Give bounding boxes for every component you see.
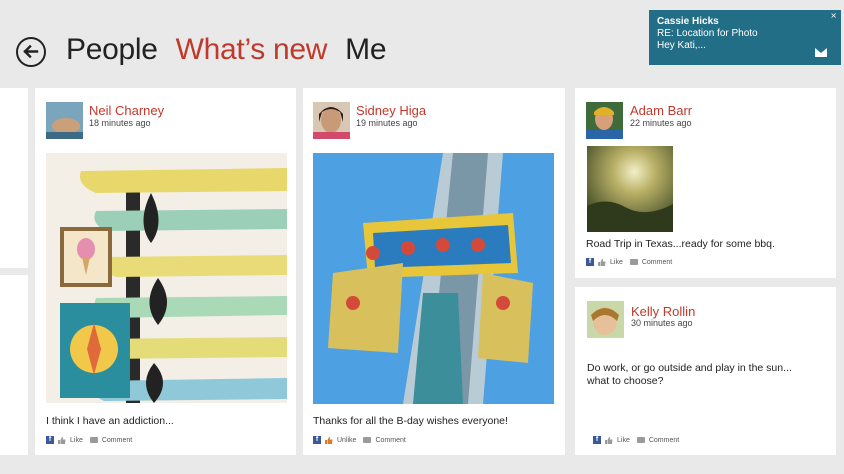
comment-button[interactable]: Comment <box>642 259 672 266</box>
post-card[interactable]: Sidney Higa 19 minutes ago Thanks for al… <box>303 88 565 455</box>
post-card[interactable]: Neil Charney 18 minutes ago I think I ha… <box>35 88 296 455</box>
facebook-icon: f <box>313 436 321 444</box>
post-actions: f Like Comment <box>586 258 672 266</box>
author-name[interactable]: Adam Barr <box>630 103 692 118</box>
facebook-icon: f <box>586 258 594 266</box>
app: People What’s new Me Cassie Hicks RE: Lo… <box>0 0 844 474</box>
facebook-icon: f <box>593 436 601 444</box>
mail-icon <box>815 48 827 57</box>
like-button[interactable]: Like <box>617 437 630 444</box>
post-text: I think I have an addiction... <box>46 415 174 427</box>
back-button[interactable] <box>16 37 46 67</box>
facebook-icon: f <box>46 436 54 444</box>
timestamp: 19 minutes ago <box>356 118 418 128</box>
like-button[interactable]: Like <box>610 259 623 266</box>
comment-button[interactable]: Comment <box>102 437 132 444</box>
back-arrow-icon <box>23 44 39 59</box>
post-text: Road Trip in Texas...ready for some bbq. <box>586 238 775 250</box>
toast-subject: RE: Location for Photo <box>657 28 758 39</box>
post-photo[interactable] <box>46 153 287 403</box>
post-text: Thanks for all the B-day wishes everyone… <box>313 415 508 427</box>
comment-icon <box>636 437 645 443</box>
post-actions: f Like Comment <box>593 436 679 444</box>
author-name[interactable]: Sidney Higa <box>356 103 426 118</box>
pivot-nav: People What’s new Me <box>66 33 387 67</box>
comment-icon <box>363 437 372 443</box>
nav-me[interactable]: Me <box>345 33 386 67</box>
comment-icon <box>89 437 98 443</box>
like-icon <box>325 436 333 444</box>
post-photo[interactable] <box>587 146 673 232</box>
post-card[interactable]: Kelly Rollin 30 minutes ago Do work, or … <box>575 287 836 455</box>
partial-card-left-top <box>0 88 28 268</box>
timestamp: 22 minutes ago <box>630 118 692 128</box>
author-name[interactable]: Kelly Rollin <box>631 304 695 319</box>
post-text: Do work, or go outside and play in the s… <box>587 362 792 387</box>
avatar <box>586 102 623 139</box>
timestamp: 18 minutes ago <box>89 118 151 128</box>
like-icon <box>598 258 606 266</box>
avatar <box>587 301 624 338</box>
avatar <box>313 102 350 139</box>
toast-sender: Cassie Hicks <box>657 16 719 27</box>
like-button[interactable]: Like <box>70 437 83 444</box>
nav-people[interactable]: People <box>66 33 158 67</box>
comment-icon <box>629 259 638 265</box>
post-actions: f Unlike Comment <box>313 436 406 444</box>
post-card[interactable]: Adam Barr 22 minutes ago Road Trip in Te… <box>575 88 836 278</box>
unlike-button[interactable]: Unlike <box>337 437 356 444</box>
post-photo[interactable] <box>313 153 554 404</box>
notification-toast[interactable]: Cassie Hicks RE: Location for Photo Hey … <box>649 10 841 65</box>
like-icon <box>605 436 613 444</box>
timestamp: 30 minutes ago <box>631 318 693 328</box>
comment-button[interactable]: Comment <box>375 437 405 444</box>
toast-preview: Hey Kati,... <box>657 40 706 51</box>
nav-whats-new[interactable]: What’s new <box>176 33 328 67</box>
avatar <box>46 102 83 139</box>
post-actions: f Like Comment <box>46 436 132 444</box>
like-icon <box>58 436 66 444</box>
author-name[interactable]: Neil Charney <box>89 103 164 118</box>
close-icon[interactable]: × <box>830 11 837 20</box>
comment-button[interactable]: Comment <box>649 437 679 444</box>
partial-card-left-bottom <box>0 275 28 455</box>
